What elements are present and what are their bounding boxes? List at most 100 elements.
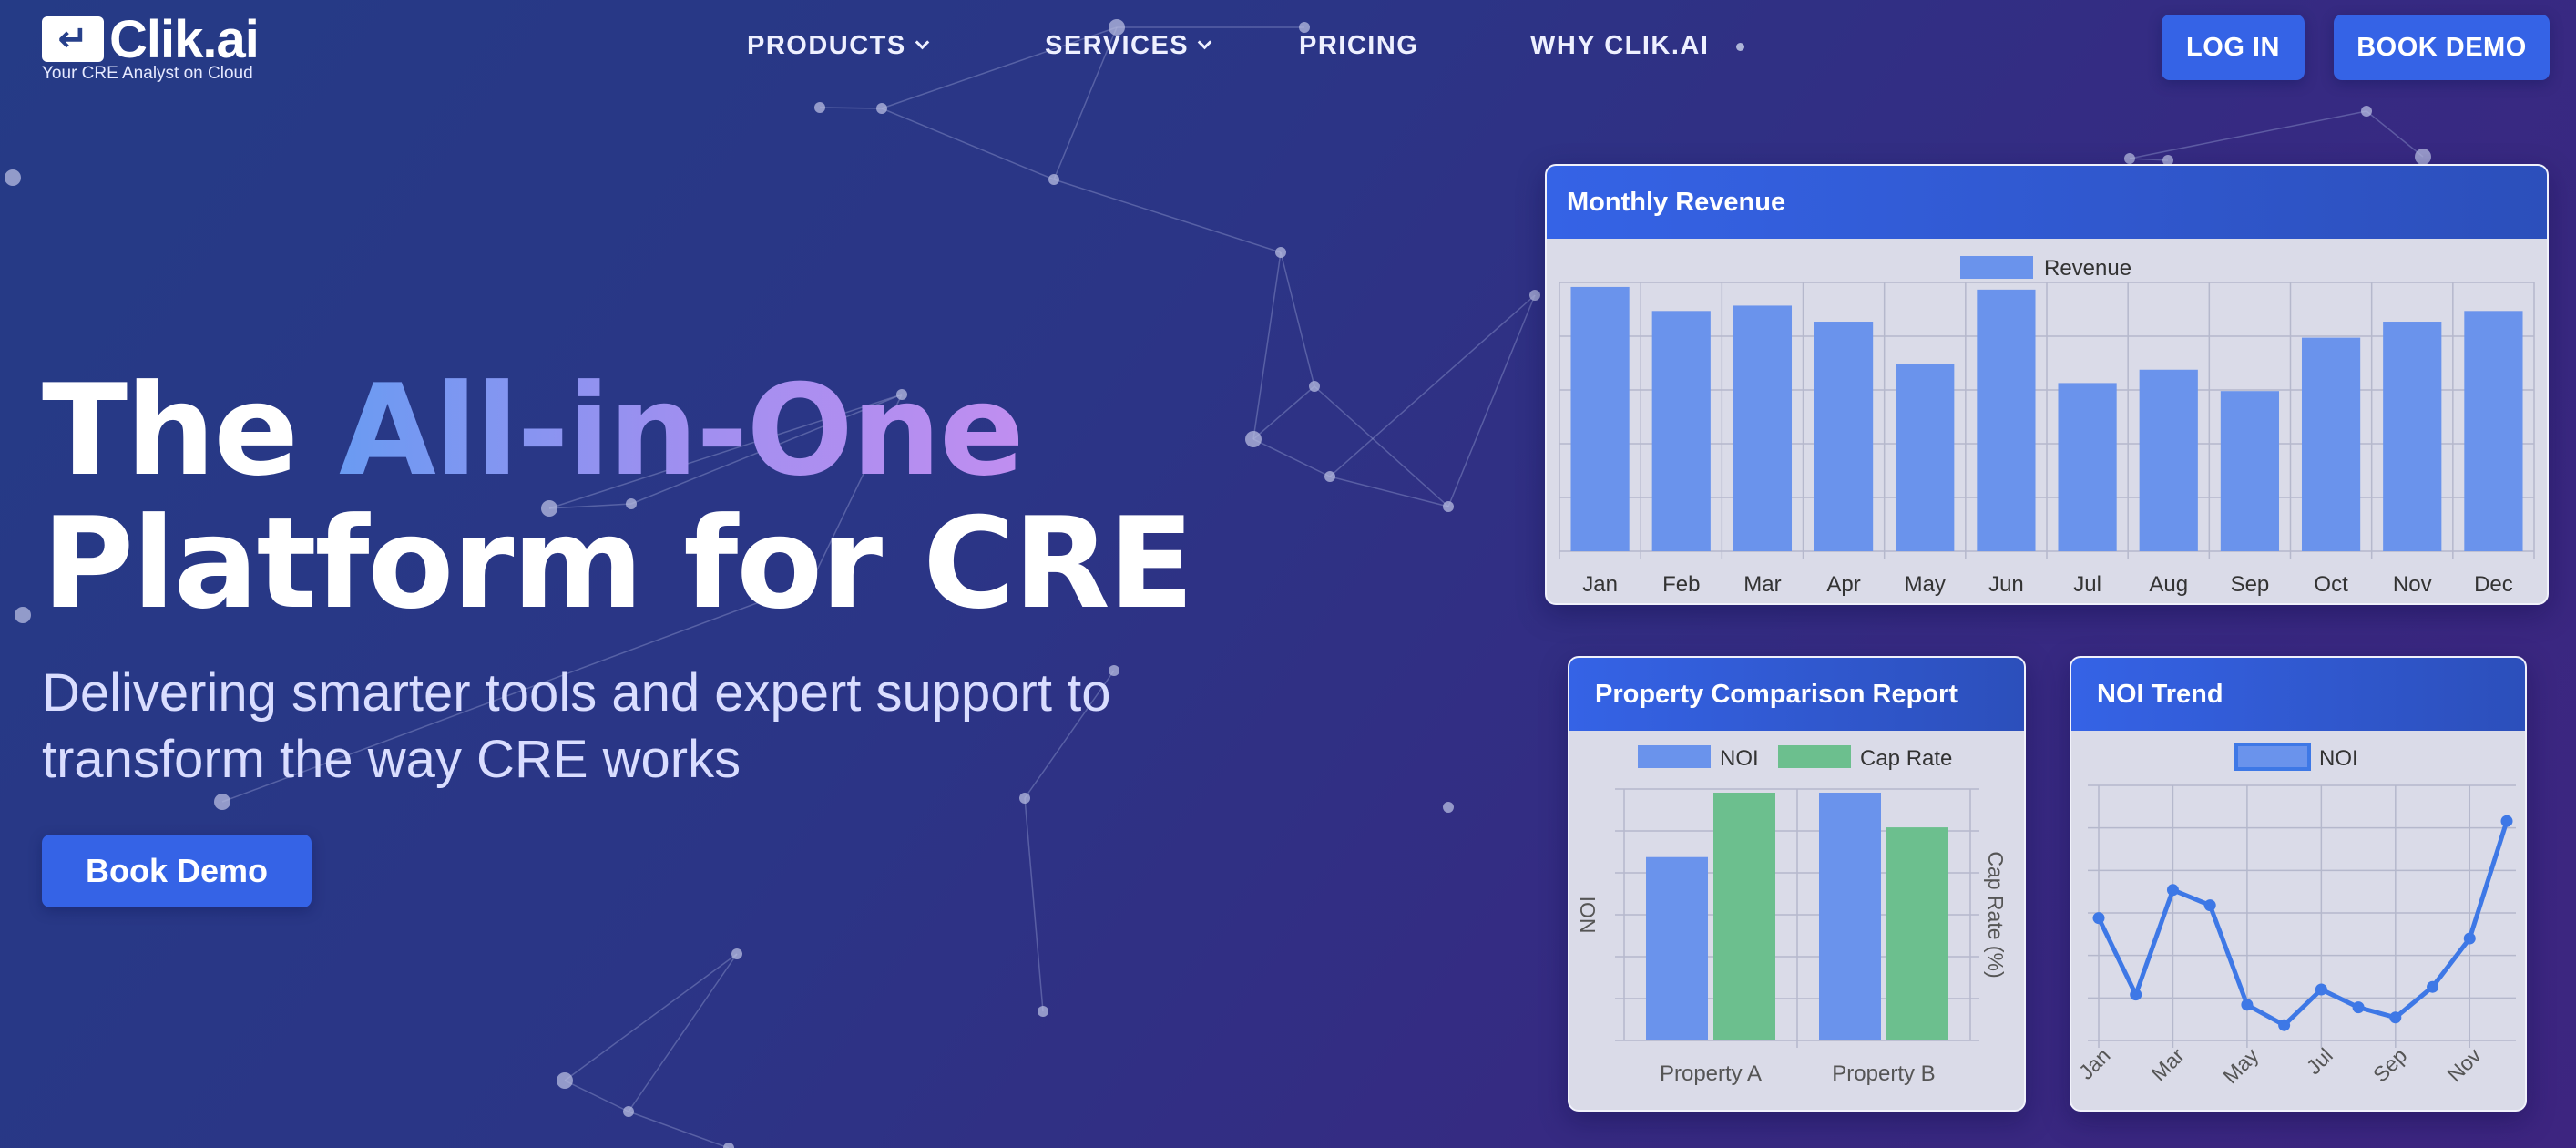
bar-revenue-aug (2139, 369, 2198, 551)
card-title: Monthly Revenue (1547, 166, 2547, 239)
legend-swatch-noi (2234, 743, 2311, 771)
bar-revenue-dec (2464, 311, 2523, 551)
bar-revenue-may (1896, 364, 1955, 551)
y-axis-label: NOI (1576, 897, 1600, 934)
network-edge (1329, 476, 1449, 507)
point-noi-mar (2166, 884, 2179, 897)
network-node (1245, 431, 1262, 447)
x-tick-label: May (1905, 572, 1946, 597)
nav-pricing-label: PRICING (1299, 31, 1419, 60)
hero-subtitle: Delivering smarter tools and expert supp… (42, 663, 1111, 789)
x-tick-label: Nov (2442, 1043, 2486, 1087)
nav-dot-decoration (1736, 43, 1744, 51)
point-noi-dec (2500, 815, 2513, 827)
bar-revenue-jul (2058, 383, 2117, 551)
nav-why-clik[interactable]: WHY CLIK.AI (1530, 31, 1709, 61)
monthly-revenue-chart: Revenue Jan Feb Mar Apr May Jun Jul Aug Sep Oct Nov… (1559, 256, 2535, 597)
network-edge (881, 108, 1055, 180)
network-node (1443, 501, 1454, 512)
legend-swatch-cap-rate (1778, 745, 1851, 768)
bar-cap-rate-property-a (1713, 793, 1775, 1040)
chevron-down-icon (1197, 35, 1212, 50)
point-noi-sep (2389, 1011, 2402, 1024)
point-noi-jul (2315, 983, 2327, 996)
point-noi-jun (2278, 1019, 2291, 1031)
network-node (214, 794, 230, 810)
x-tick-label: Jul (2073, 572, 2101, 597)
network-edge (1447, 294, 1536, 507)
x-tick-label: Oct (2314, 572, 2348, 597)
bar-cap-rate-property-b (1886, 827, 1948, 1040)
book-demo-hero-button[interactable]: Book Demo (42, 835, 312, 907)
line-noi (2096, 820, 2510, 1028)
x-tick-label: Jun (1988, 572, 2024, 597)
network-edge (564, 953, 738, 1081)
x-tick-label: Aug (2149, 572, 2188, 597)
hero-title: The All-in-One Platform for CRE (42, 364, 1194, 630)
legend-swatch-revenue (1960, 256, 2033, 279)
network-edge (2129, 158, 2169, 161)
legend-label-noi: NOI (2319, 746, 2358, 771)
nav-why-clik-label: WHY CLIK.AI (1530, 31, 1710, 60)
legend-label-cap-rate: Cap Rate (1860, 746, 1952, 771)
property-comparison-card: Property Comparison Report NOI Cap Rate Pr… (1568, 656, 2026, 1112)
network-node (623, 1106, 634, 1117)
bar-revenue-mar (1733, 305, 1793, 551)
legend-label-revenue: Revenue (2044, 256, 2131, 281)
card-title: NOI Trend (2071, 658, 2525, 731)
nav-products-label: PRODUCTS (747, 31, 906, 60)
x-tick-label: Sep (2368, 1043, 2411, 1086)
bar-revenue-apr (1814, 322, 1874, 551)
logo-tagline: Your CRE Analyst on Cloud (42, 64, 253, 83)
network-edge (1329, 294, 1536, 477)
bar-noi-property-b (1819, 793, 1881, 1040)
hero-title-highlight: All-in-One (339, 357, 1025, 504)
x-tick-label: Jul (2302, 1043, 2337, 1079)
network-node (1019, 793, 1030, 804)
x-tick-label: Mar (1743, 572, 1781, 597)
point-noi-may (2241, 999, 2254, 1011)
bar-noi-property-a (1646, 856, 1708, 1040)
card-title: Property Comparison Report (1569, 658, 2024, 731)
network-node (15, 607, 31, 623)
point-noi-aug (2352, 1001, 2365, 1014)
noi-trend-card: NOI Trend NOI Jan Mar May Jul Sep Nov (2070, 656, 2527, 1112)
x-tick-label: Property B (1832, 1061, 1935, 1086)
x-tick-label: Jan (2074, 1043, 2115, 1084)
network-edge (1252, 251, 1282, 440)
bar-revenue-oct (2301, 337, 2361, 551)
network-edge (1252, 385, 1315, 440)
network-node (1443, 802, 1454, 813)
network-node (1275, 247, 1286, 258)
network-node (731, 948, 742, 959)
network-node (557, 1072, 573, 1089)
network-node (1038, 1006, 1048, 1017)
x-tick-label: Dec (2474, 572, 2513, 597)
network-edge (1024, 797, 1044, 1012)
network-edge (2129, 110, 2367, 159)
x-tick-label: Sep (2231, 572, 2270, 597)
bar-revenue-feb (1651, 311, 1711, 551)
point-noi-feb (2130, 989, 2142, 1001)
network-node (2124, 153, 2135, 164)
bar-revenue-jun (1977, 289, 2036, 551)
x-tick-label: Feb (1662, 572, 1700, 597)
book-demo-nav-button[interactable]: BOOK DEMO (2334, 15, 2550, 80)
logo[interactable]: ↵ Clik.ai Your CRE Analyst on Cloud (42, 10, 270, 83)
network-node (2415, 149, 2431, 165)
network-edge (1280, 251, 1315, 387)
x-tick-label: Mar (2147, 1043, 2190, 1086)
point-noi-nov (2463, 932, 2476, 945)
nav-services-label: SERVICES (1045, 31, 1190, 60)
network-edge (628, 953, 738, 1112)
monthly-revenue-card: Monthly Revenue Revenue Jan Feb Mar Apr May Ju… (1545, 164, 2549, 605)
nav-pricing[interactable]: PRICING (1299, 31, 1418, 61)
network-edge (1053, 179, 1282, 253)
network-edge (1314, 385, 1449, 507)
network-node (5, 169, 21, 186)
network-node (723, 1143, 734, 1148)
login-button[interactable]: LOG IN (2162, 15, 2305, 80)
network-node (1309, 381, 1320, 392)
nav-products[interactable]: PRODUCTS (747, 31, 930, 61)
nav-services[interactable]: SERVICES (1045, 31, 1212, 61)
